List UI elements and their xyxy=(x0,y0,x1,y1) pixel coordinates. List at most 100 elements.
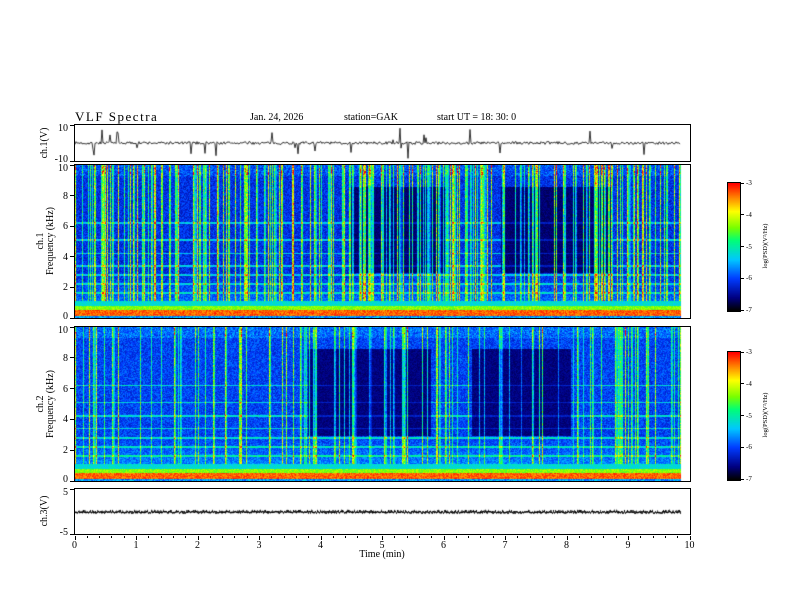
ch1-waveform-panel xyxy=(74,124,691,162)
y-tick-label: 0 xyxy=(63,474,68,485)
x-tick-label: 1 xyxy=(133,540,139,551)
x-minor-tick xyxy=(677,536,679,538)
x-minor-tick xyxy=(99,536,101,538)
x-minor-tick xyxy=(345,536,347,538)
x-minor-tick xyxy=(554,536,556,538)
x-minor-tick xyxy=(295,536,297,538)
y-tick xyxy=(70,164,74,166)
y-tick xyxy=(70,317,74,319)
x-minor-tick xyxy=(640,536,642,538)
colorbar-tick-label: -3 xyxy=(746,348,752,356)
x-minor-tick xyxy=(492,536,494,538)
y-tick xyxy=(70,256,74,258)
colorbar-tick xyxy=(741,351,744,353)
y-tick-label: 10 xyxy=(58,122,68,134)
y-tick xyxy=(70,326,74,328)
x-minor-tick xyxy=(209,536,211,538)
x-minor-tick xyxy=(418,536,420,538)
x-tick-label: 10 xyxy=(684,540,695,551)
y-tick xyxy=(70,195,74,197)
y-tick-label: 0 xyxy=(63,311,68,322)
y-tick-label: 8 xyxy=(63,190,68,202)
ch1-waveform-canvas xyxy=(75,125,690,161)
colorbar-ch2-canvas xyxy=(728,352,740,480)
x-minor-tick xyxy=(591,536,593,538)
ch2-spectrogram-canvas xyxy=(75,327,690,481)
y-tick xyxy=(70,480,74,482)
x-minor-tick xyxy=(406,536,408,538)
colorbar-tick-label: -7 xyxy=(746,306,752,314)
x-minor-tick xyxy=(123,536,125,538)
x-minor-tick xyxy=(578,536,580,538)
colorbar-tick xyxy=(741,246,744,247)
y-tick-label: 6 xyxy=(63,221,68,233)
ch3-waveform-panel xyxy=(74,488,691,535)
y-tick-label: 10 xyxy=(58,162,68,174)
y-tick xyxy=(70,225,74,227)
x-tick-label: 9 xyxy=(625,540,631,551)
colorbar-tick xyxy=(741,182,744,184)
x-minor-tick xyxy=(222,536,224,538)
y-tick xyxy=(70,488,74,490)
x-tick-label: 7 xyxy=(502,540,508,551)
x-minor-tick xyxy=(185,536,187,538)
y-tick-label: 5 xyxy=(63,486,68,498)
x-minor-tick xyxy=(111,536,113,538)
x-minor-tick xyxy=(308,536,310,538)
x-minor-tick xyxy=(86,536,88,538)
x-tick-label: 6 xyxy=(441,540,446,551)
colorbar-tick-label: -7 xyxy=(746,475,752,483)
colorbar-tick-label: -6 xyxy=(746,443,752,452)
start-ut-label: start UT = 18: 30: 0 xyxy=(437,112,517,123)
x-minor-tick xyxy=(529,536,531,538)
colorbar-ch1 xyxy=(727,182,741,312)
ch1-spectrogram-canvas xyxy=(75,165,690,318)
colorbar-tick-label: -6 xyxy=(746,274,752,283)
x-tick-label: 5 xyxy=(379,540,385,551)
ch2-frequency-axis-label: ch.2 Frequency (kHz) xyxy=(35,370,56,438)
x-minor-tick xyxy=(369,536,371,538)
x-minor-tick xyxy=(148,536,150,538)
y-tick-label: 2 xyxy=(63,282,68,294)
ch1-spectrogram-panel xyxy=(74,164,691,319)
x-minor-tick xyxy=(615,536,617,538)
colorbar-ch1-label: log(PSD)(V²/Hz) xyxy=(762,223,769,269)
x-tick-label: 4 xyxy=(318,540,323,551)
x-tick-label: 2 xyxy=(195,540,200,551)
x-minor-tick xyxy=(394,536,396,538)
y-tick xyxy=(70,533,74,535)
x-minor-tick xyxy=(332,536,334,538)
x-minor-tick xyxy=(664,536,666,538)
x-minor-tick xyxy=(517,536,519,538)
colorbar-tick-label: -5 xyxy=(746,411,752,420)
y-tick-label: 6 xyxy=(63,383,68,395)
y-tick xyxy=(70,160,74,162)
x-minor-tick xyxy=(652,536,654,538)
y-tick-label: -5 xyxy=(59,527,68,538)
y-tick-label: 4 xyxy=(63,414,68,426)
colorbar-ch2-label: log(PSD)(V²/Hz) xyxy=(762,392,769,438)
x-tick-label: 3 xyxy=(256,540,262,551)
x-minor-tick xyxy=(160,536,162,538)
y-tick-label: 10 xyxy=(58,324,68,336)
x-tick-label: 0 xyxy=(72,540,77,551)
colorbar-tick xyxy=(741,415,744,416)
colorbar-tick-label: -4 xyxy=(746,210,752,219)
colorbar-ch2 xyxy=(727,351,741,481)
x-minor-tick xyxy=(431,536,433,538)
x-minor-tick xyxy=(541,536,543,538)
x-minor-tick xyxy=(603,536,605,538)
x-minor-tick xyxy=(468,536,470,538)
ch1-frequency-axis-label: ch.1 Frequency (kHz) xyxy=(35,207,56,275)
y-tick xyxy=(70,418,74,420)
ch3-waveform-canvas xyxy=(75,489,690,534)
figure-title: VLF Spectra xyxy=(75,109,159,124)
ch3-voltage-axis-label: ch.3(V) xyxy=(39,495,50,527)
ch2-spectrogram-panel xyxy=(74,326,691,482)
y-tick xyxy=(70,388,74,390)
y-tick xyxy=(70,286,74,288)
colorbar-tick xyxy=(741,277,744,279)
y-tick-label: 2 xyxy=(63,445,68,457)
y-tick xyxy=(70,449,74,451)
date-label: Jan. 24, 2026 xyxy=(250,112,304,123)
